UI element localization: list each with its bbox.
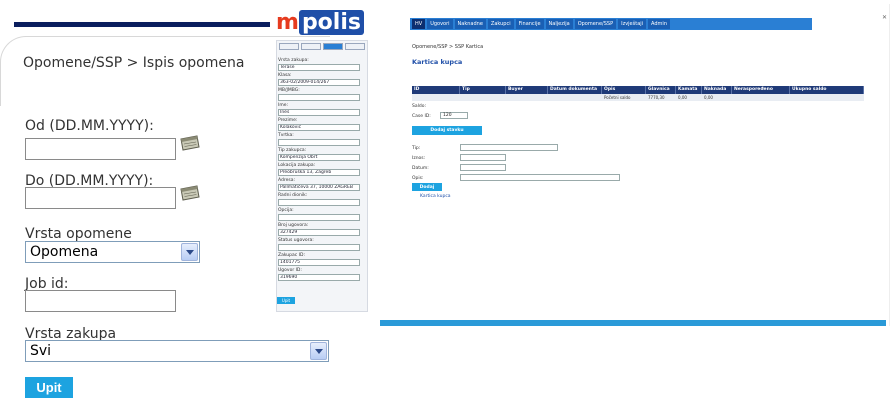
column-header: Ukupno saldo	[790, 86, 864, 94]
table-cell: 0,00	[678, 95, 687, 100]
date-input[interactable]	[460, 164, 506, 171]
chevron-down-icon[interactable]	[310, 342, 327, 360]
background-footer	[380, 320, 886, 326]
table-cell: 7770,30	[648, 95, 665, 100]
nav-item[interactable]: Opomene/SSP	[574, 19, 617, 29]
table-cell	[460, 94, 506, 101]
top-nav-bar: HV Ugovori Naknadne Zakupci Financije Na…	[410, 18, 812, 30]
reminder-type-value: Opomena	[30, 244, 99, 260]
form-label: Opis:	[412, 176, 424, 181]
table-row[interactable]: Početni saldo 7770,30 0,00 0,00	[412, 94, 864, 101]
type-select[interactable]	[460, 144, 558, 151]
od-date-input[interactable]	[25, 138, 176, 160]
nav-item[interactable]: Naknadne	[454, 19, 486, 29]
column-header: Neraspoređeno	[732, 86, 790, 94]
form-label: Datum:	[412, 166, 429, 171]
reminder-type-select[interactable]: Opomena	[25, 241, 200, 263]
customer-card-link[interactable]: Kartica kupca	[420, 194, 451, 199]
table-header: ID Tip Buyer Datum dokumenta Opis Glavni…	[412, 86, 864, 94]
nav-item[interactable]: Naljezija	[545, 19, 573, 29]
od-label: Od (DD.MM.YYYY):	[25, 118, 154, 134]
breadcrumb: Opomene/SSP > Ispis opomena	[23, 55, 245, 71]
nav-item[interactable]: Ugovori	[427, 19, 453, 29]
job-id-input[interactable]	[25, 290, 176, 312]
add-item-button[interactable]: Dodaj stavku	[412, 126, 482, 135]
table-cell	[412, 94, 460, 101]
column-header: Tip	[460, 86, 506, 94]
description-input[interactable]	[460, 174, 620, 181]
close-icon[interactable]: ✕	[882, 14, 887, 21]
table-cell	[506, 94, 548, 101]
column-header: ID	[412, 86, 460, 94]
table-cell	[732, 94, 790, 101]
lease-type-select[interactable]: Svi	[25, 340, 329, 362]
nav-item[interactable]: Financije	[515, 19, 544, 29]
table-cell: Početni saldo	[604, 95, 631, 100]
case-id-select[interactable]: 120	[440, 112, 468, 119]
amount-input[interactable]	[460, 154, 506, 161]
print-reminders-form: Opomene/SSP > Ispis opomena Od (DD.MM.YY…	[0, 0, 350, 398]
table-cell	[548, 94, 602, 101]
nav-item[interactable]: HV	[412, 19, 426, 29]
header-bar	[14, 22, 270, 27]
form-frame	[0, 36, 330, 106]
table-cell: 0,00	[704, 95, 713, 100]
calendar-icon[interactable]	[179, 183, 201, 201]
column-header: Kamata	[676, 86, 702, 94]
do-date-input[interactable]	[25, 187, 176, 209]
column-header: Glavnica	[646, 86, 676, 94]
save-button[interactable]: Dodaj	[412, 183, 442, 191]
background-page-title: Kartica kupca	[412, 58, 463, 66]
form-label: Iznos:	[412, 156, 426, 161]
lease-type-value: Svi	[30, 343, 52, 359]
column-header: Buyer	[506, 86, 548, 94]
saldo-label: Saldo:	[412, 104, 426, 109]
nav-item[interactable]: Zakupci	[487, 19, 514, 29]
nav-item[interactable]: Izvještaji	[618, 19, 647, 29]
chevron-down-icon[interactable]	[181, 243, 198, 261]
background-breadcrumb: Opomene/SSP > SSP Kartica	[412, 44, 484, 50]
nav-item[interactable]: Admin	[648, 19, 670, 29]
reminder-type-label: Vrsta opomene	[25, 226, 132, 242]
case-id-label: Case ID:	[412, 114, 431, 119]
table-cell	[790, 94, 864, 101]
column-header: Datum dokumenta	[548, 86, 602, 94]
form-label: Tip:	[412, 146, 421, 151]
calendar-icon[interactable]	[179, 133, 201, 151]
column-header: Naknada	[702, 86, 732, 94]
submit-query-button[interactable]: Upit	[25, 377, 73, 398]
column-header: Opis	[602, 86, 646, 94]
